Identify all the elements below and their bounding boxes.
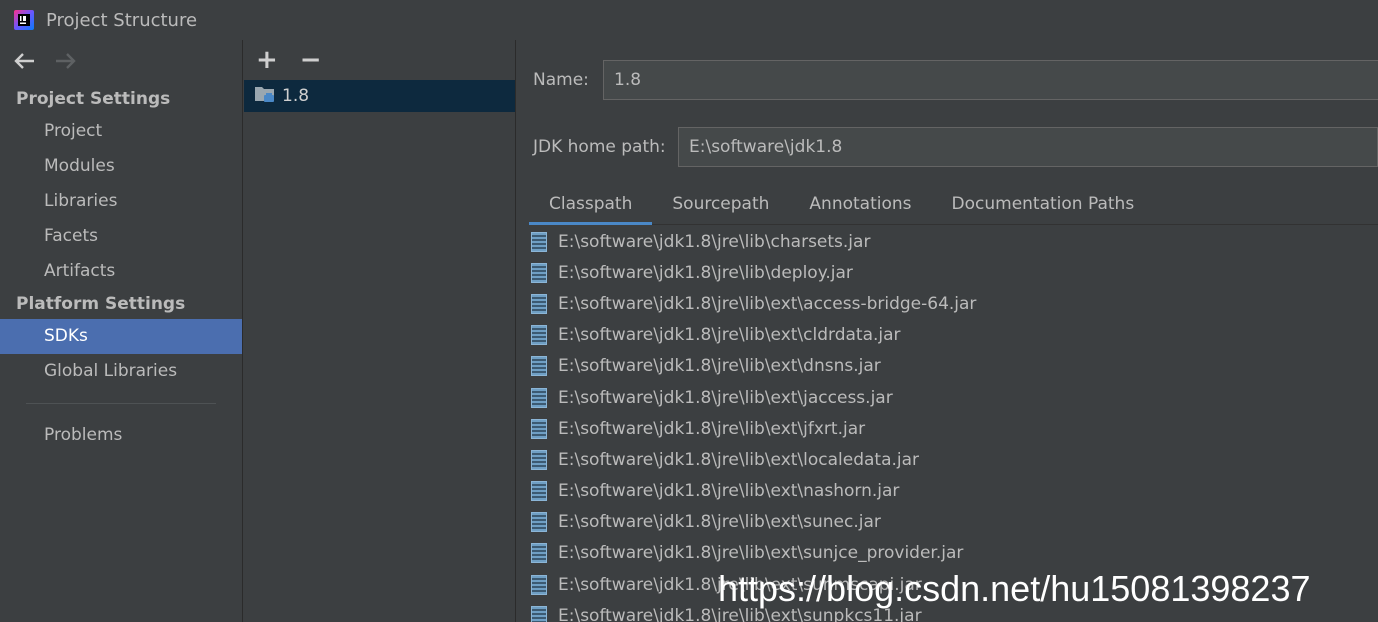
tab-documentation-paths[interactable]: Documentation Paths bbox=[932, 185, 1155, 225]
list-item[interactable]: E:\software\jdk1.8\jre\lib\ext\sunjce_pr… bbox=[531, 538, 1378, 569]
list-item[interactable]: E:\software\jdk1.8\jre\lib\ext\sunec.jar bbox=[531, 507, 1378, 538]
classpath-entry: E:\software\jdk1.8\jre\lib\ext\dnsns.jar bbox=[558, 356, 881, 377]
list-item[interactable]: E:\software\jdk1.8\jre\lib\ext\dnsns.jar bbox=[531, 351, 1378, 382]
nav-item-facets[interactable]: Facets bbox=[0, 219, 242, 254]
sdk-item-label: 1.8 bbox=[282, 86, 310, 106]
jar-icon bbox=[531, 231, 547, 252]
classpath-entry: E:\software\jdk1.8\jre\lib\ext\access-br… bbox=[558, 293, 977, 314]
classpath-entry: E:\software\jdk1.8\jre\lib\deploy.jar bbox=[558, 262, 853, 283]
jar-icon bbox=[531, 449, 547, 470]
nav-item-libraries[interactable]: Libraries bbox=[0, 184, 242, 219]
tab-annotations[interactable]: Annotations bbox=[789, 185, 931, 225]
list-item[interactable]: E:\software\jdk1.8\jre\lib\ext\localedat… bbox=[531, 444, 1378, 475]
list-item[interactable]: E:\software\jdk1.8\jre\lib\deploy.jar bbox=[531, 257, 1378, 288]
sdk-list-item[interactable]: 1.8 bbox=[244, 80, 515, 112]
list-item[interactable]: E:\software\jdk1.8\jre\lib\charsets.jar bbox=[531, 226, 1378, 257]
arrow-left-icon[interactable] bbox=[14, 50, 36, 74]
classpath-list: E:\software\jdk1.8\jre\lib\charsets.jar … bbox=[531, 226, 1378, 622]
classpath-entry: E:\software\jdk1.8\jre\lib\ext\cldrdata.… bbox=[558, 325, 901, 346]
nav-item-sdks[interactable]: SDKs bbox=[0, 319, 242, 354]
jar-icon bbox=[531, 605, 547, 622]
jar-icon bbox=[531, 262, 547, 283]
list-item[interactable]: E:\software\jdk1.8\jre\lib\ext\access-br… bbox=[531, 288, 1378, 319]
tab-sourcepath[interactable]: Sourcepath bbox=[652, 185, 789, 225]
sdk-list-panel: + − 1.8 bbox=[244, 40, 516, 622]
classpath-entry: E:\software\jdk1.8\jre\lib\ext\localedat… bbox=[558, 449, 920, 470]
list-item[interactable]: E:\software\jdk1.8\jre\lib\ext\jfxrt.jar bbox=[531, 413, 1378, 444]
jdk-home-label: JDK home path: bbox=[533, 137, 666, 157]
classpath-entry: E:\software\jdk1.8\jre\lib\ext\jaccess.j… bbox=[558, 387, 893, 408]
project-settings-heading: Project Settings bbox=[16, 89, 171, 109]
jdk-folder-icon bbox=[254, 84, 276, 108]
nav-divider bbox=[26, 403, 216, 404]
jar-icon bbox=[531, 512, 547, 533]
jar-icon bbox=[531, 325, 547, 346]
nav-item-modules[interactable]: Modules bbox=[0, 149, 242, 184]
jar-icon bbox=[531, 356, 547, 377]
name-input[interactable]: 1.8 bbox=[603, 60, 1378, 100]
watermark-url: https://blog.csdn.net/hu15081398237 bbox=[718, 568, 1311, 609]
jar-icon bbox=[531, 293, 547, 314]
remove-sdk-button[interactable]: − bbox=[300, 47, 322, 73]
list-item[interactable]: E:\software\jdk1.8\jre\lib\ext\jaccess.j… bbox=[531, 382, 1378, 413]
sdk-details-panel: Name: 1.8 JDK home path: E:\software\jdk… bbox=[517, 40, 1378, 622]
jar-icon bbox=[531, 418, 547, 439]
settings-nav: Project Settings Project Modules Librari… bbox=[0, 40, 243, 622]
jar-icon bbox=[531, 574, 547, 595]
nav-arrows bbox=[0, 40, 242, 84]
classpath-entry: E:\software\jdk1.8\jre\lib\ext\sunjce_pr… bbox=[558, 543, 964, 564]
nav-item-artifacts[interactable]: Artifacts bbox=[0, 254, 242, 289]
nav-item-project[interactable]: Project bbox=[0, 114, 242, 149]
project-structure-window: Project Structure Project Settings Proje… bbox=[0, 0, 1378, 622]
list-item[interactable]: E:\software\jdk1.8\jre\lib\ext\nashorn.j… bbox=[531, 476, 1378, 507]
classpath-entry: E:\software\jdk1.8\jre\lib\ext\jfxrt.jar bbox=[558, 418, 866, 439]
jar-icon bbox=[531, 387, 547, 408]
classpath-entry: E:\software\jdk1.8\jre\lib\ext\nashorn.j… bbox=[558, 481, 900, 502]
name-row: Name: 1.8 bbox=[533, 60, 1378, 100]
jar-icon bbox=[531, 481, 547, 502]
classpath-entry: E:\software\jdk1.8\jre\lib\charsets.jar bbox=[558, 231, 871, 252]
jdk-home-row: JDK home path: E:\software\jdk1.8 bbox=[533, 127, 1378, 167]
classpath-entry: E:\software\jdk1.8\jre\lib\ext\sunec.jar bbox=[558, 512, 881, 533]
sdk-tabs: Classpath Sourcepath Annotations Documen… bbox=[529, 185, 1378, 225]
name-label: Name: bbox=[533, 70, 589, 90]
title-bar: Project Structure bbox=[0, 0, 1378, 40]
window-title: Project Structure bbox=[46, 9, 198, 31]
nav-item-problems[interactable]: Problems bbox=[0, 418, 242, 453]
arrow-right-icon[interactable] bbox=[54, 50, 76, 74]
jdk-home-input[interactable]: E:\software\jdk1.8 bbox=[678, 127, 1378, 167]
tab-classpath[interactable]: Classpath bbox=[529, 185, 653, 225]
nav-item-global-libraries[interactable]: Global Libraries bbox=[0, 354, 242, 389]
sdk-toolbar: + − bbox=[244, 40, 515, 80]
jar-icon bbox=[531, 543, 547, 564]
intellij-app-icon bbox=[14, 10, 34, 30]
add-sdk-button[interactable]: + bbox=[256, 47, 278, 73]
list-item[interactable]: E:\software\jdk1.8\jre\lib\ext\cldrdata.… bbox=[531, 320, 1378, 351]
platform-settings-heading: Platform Settings bbox=[16, 294, 186, 314]
